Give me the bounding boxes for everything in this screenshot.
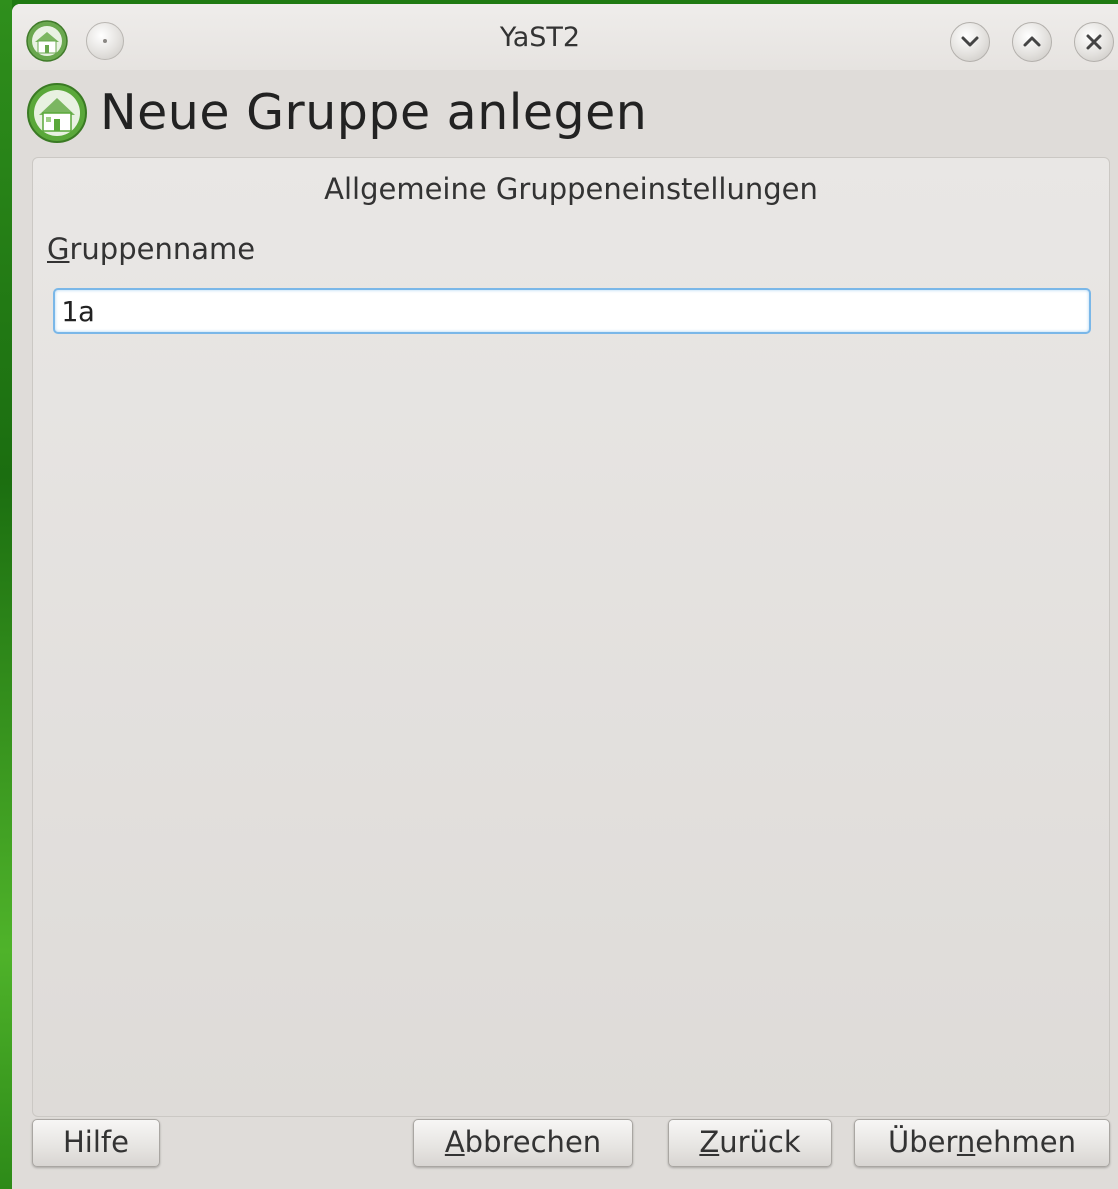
apply-button-mnemonic: n xyxy=(956,1125,976,1159)
close-icon xyxy=(1086,34,1102,50)
group-name-label-text: ruppenname xyxy=(69,232,256,266)
minimize-button[interactable] xyxy=(950,22,990,62)
group-name-label: Gruppenname xyxy=(47,232,255,266)
cancel-button-mnemonic: A xyxy=(444,1125,465,1159)
page-title: Neue Gruppe anlegen xyxy=(100,84,648,141)
group-name-label-mnemonic: G xyxy=(47,232,70,266)
yast-window: YaST2 Neue Gruppe anlegen Allgemeine Gru… xyxy=(12,4,1118,1189)
group-name-input[interactable] xyxy=(53,288,1091,334)
window-title: YaST2 xyxy=(499,22,581,53)
maximize-button[interactable] xyxy=(1012,22,1052,62)
apply-button-text-start: Über xyxy=(888,1125,957,1159)
apply-button-text-end: ehmen xyxy=(975,1125,1076,1159)
help-button[interactable]: Hilfe xyxy=(32,1119,160,1167)
chevron-down-icon xyxy=(961,36,979,47)
close-button[interactable] xyxy=(1074,22,1114,62)
apply-button[interactable]: Übernehmen xyxy=(854,1119,1110,1167)
title-bar[interactable]: YaST2 xyxy=(12,4,1118,70)
desktop-background xyxy=(0,0,12,1189)
back-button[interactable]: Zurück xyxy=(668,1119,832,1167)
group-settings-panel: Allgemeine Gruppeneinstellungen Gruppenn… xyxy=(32,157,1110,1117)
cancel-button[interactable]: Abbrechen xyxy=(413,1119,633,1167)
chevron-up-icon xyxy=(1023,36,1041,47)
back-button-text: urück xyxy=(719,1125,801,1159)
back-button-mnemonic: Z xyxy=(699,1125,720,1159)
section-heading: Allgemeine Gruppeneinstellungen xyxy=(324,172,818,206)
yast-house-icon xyxy=(27,83,87,143)
cancel-button-text: bbrechen xyxy=(464,1125,602,1159)
